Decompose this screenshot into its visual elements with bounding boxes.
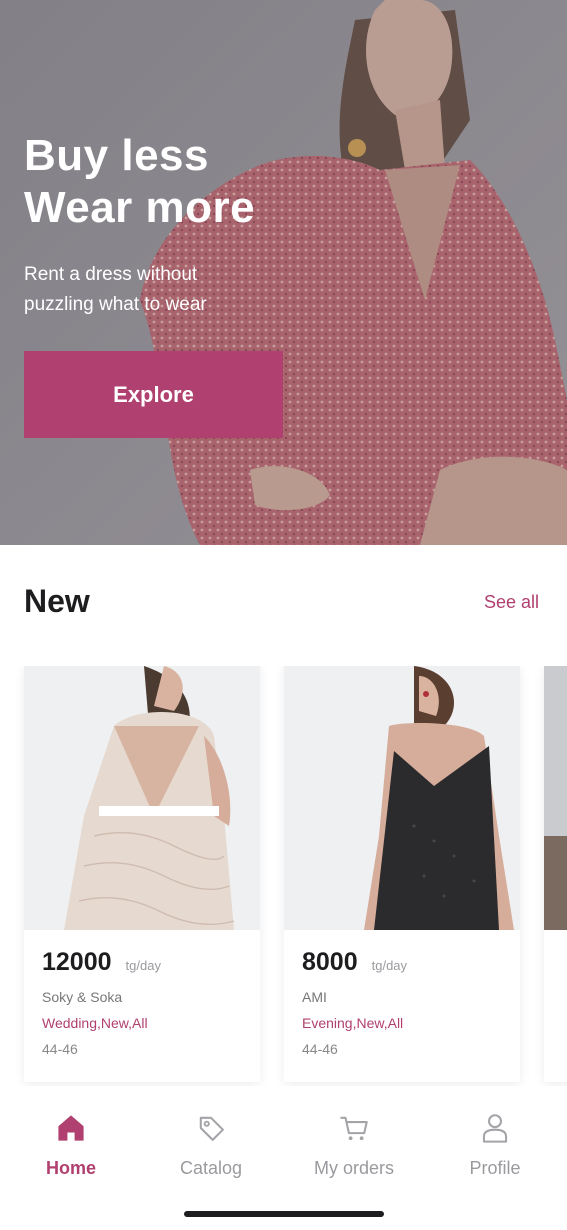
tab-catalog-label: Catalog: [179, 1158, 243, 1178]
home-indicator: [184, 1211, 384, 1217]
home-icon: [51, 1108, 91, 1148]
new-products-carousel[interactable]: 12000 tg/day Soky & Soka Wedding,New,All…: [0, 666, 567, 1086]
tab-my-orders-label: My orders: [313, 1158, 394, 1178]
bottom-tab-bar: Home Catalog My orders Profile: [0, 1090, 567, 1230]
product-sizes: 44-46: [302, 1041, 338, 1057]
product-card[interactable]: 12000 tg/day Soky & Soka Wedding,New,All…: [24, 666, 260, 1082]
tab-my-orders[interactable]: My orders: [284, 1108, 424, 1179]
price-unit: tg/day: [371, 958, 408, 973]
product-tags: Evening,New,All: [302, 1015, 404, 1031]
product-image: [284, 666, 520, 930]
cart-icon: [334, 1108, 374, 1148]
see-all-link[interactable]: See all: [484, 592, 539, 613]
explore-button[interactable]: Explore: [24, 351, 283, 438]
product-image: [24, 666, 260, 930]
tab-catalog[interactable]: Catalog: [141, 1108, 281, 1179]
user-icon: [475, 1108, 515, 1148]
tab-profile[interactable]: Profile: [425, 1108, 565, 1179]
tag-icon: [191, 1108, 231, 1148]
product-card-partial[interactable]: [544, 666, 567, 1082]
price-unit: tg/day: [125, 958, 161, 973]
product-brand: AMI: [302, 989, 327, 1005]
section-title-new: New: [24, 583, 90, 619]
hero-title: Buy less Wear more: [24, 131, 256, 232]
product-price: 12000: [42, 948, 112, 976]
tab-home[interactable]: Home: [1, 1108, 141, 1179]
tab-home-label: Home: [45, 1158, 96, 1178]
hero-subtitle: Rent a dress without puzzling what to we…: [24, 264, 207, 315]
tab-profile-label: Profile: [469, 1158, 521, 1178]
product-image: [544, 666, 567, 930]
product-tags: Wedding,New,All: [42, 1015, 148, 1031]
product-price: 8000: [302, 948, 358, 976]
product-sizes: 44-46: [42, 1041, 78, 1057]
product-brand: Soky & Soka: [42, 989, 123, 1005]
product-card[interactable]: 8000 tg/day AMI Evening,New,All 44-46: [284, 666, 520, 1082]
hero-banner: Buy less Wear more Rent a dress without …: [0, 0, 567, 545]
